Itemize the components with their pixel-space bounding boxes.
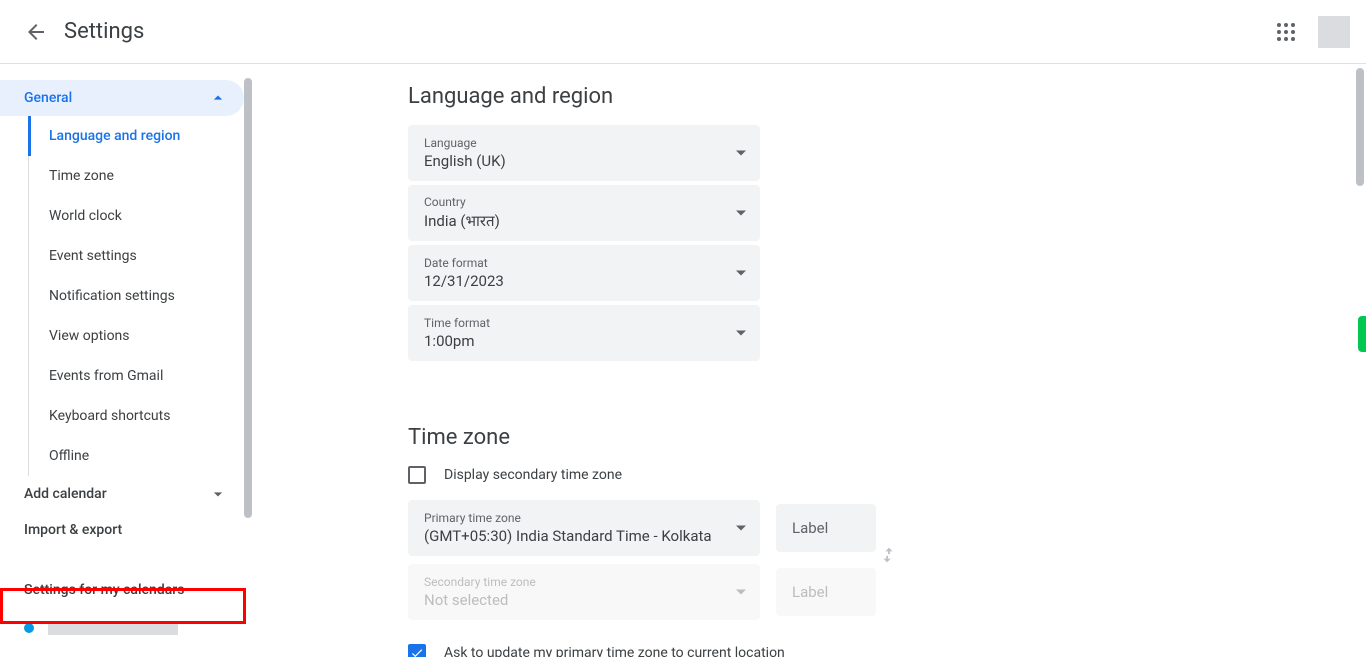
display-secondary-tz-checkbox[interactable] <box>408 466 426 484</box>
sidebar-item-keyboard-shortcuts[interactable]: Keyboard shortcuts <box>29 396 244 436</box>
ask-update-tz-checkbox[interactable] <box>408 644 426 657</box>
section-title-language-region: Language and region <box>408 84 1366 109</box>
country-select[interactable]: Country India (भारत) <box>408 185 760 241</box>
account-avatar[interactable] <box>1318 16 1350 48</box>
arrow-back-icon <box>24 20 48 44</box>
dropdown-arrow-icon <box>736 590 746 595</box>
date-format-select[interactable]: Date format 12/31/2023 <box>408 245 760 301</box>
calendar-color-dot <box>24 623 34 633</box>
sidebar-section-import-export[interactable]: Import & export <box>0 512 244 548</box>
sidebar-item-view-options[interactable]: View options <box>29 316 244 356</box>
calendar-name-placeholder <box>48 621 178 635</box>
sidebar-section-my-calendars[interactable]: Settings for my calendars <box>0 572 244 608</box>
dropdown-arrow-icon <box>736 211 746 216</box>
section-title-time-zone: Time zone <box>408 425 1366 450</box>
primary-timezone-value: (GMT+05:30) India Standard Time - Kolkat… <box>424 527 724 545</box>
secondary-timezone-value: Not selected <box>424 591 752 609</box>
secondary-timezone-label: Secondary time zone <box>424 575 752 589</box>
ask-update-tz-label: Ask to update my primary time zone to cu… <box>444 645 785 657</box>
language-select-label: Language <box>424 136 752 150</box>
google-apps-button[interactable] <box>1266 12 1306 52</box>
chevron-down-icon <box>208 484 228 504</box>
time-format-select-value: 1:00pm <box>424 332 752 350</box>
sidebar-section-add-calendar[interactable]: Add calendar <box>0 476 244 512</box>
display-secondary-tz-row: Display secondary time zone <box>408 466 1366 484</box>
swap-vert-icon <box>877 544 899 566</box>
sidebar-scrollbar-thumb[interactable] <box>244 78 252 518</box>
country-select-value: India (भारत) <box>424 211 752 231</box>
primary-timezone-select[interactable]: Primary time zone (GMT+05:30) India Stan… <box>408 500 760 556</box>
country-select-label: Country <box>424 195 752 209</box>
chevron-up-icon <box>208 88 228 108</box>
page-title: Settings <box>64 19 144 44</box>
ask-update-tz-row: Ask to update my primary time zone to cu… <box>408 644 1366 657</box>
date-format-select-label: Date format <box>424 256 752 270</box>
secondary-timezone-label-input: Label <box>776 568 876 616</box>
sidebar-import-export-label: Import & export <box>24 522 122 538</box>
content-scrollbar-thumb[interactable] <box>1356 68 1364 186</box>
sidebar-item-language-region[interactable]: Language and region <box>29 116 244 156</box>
feedback-tab[interactable] <box>1358 316 1366 352</box>
language-select-value: English (UK) <box>424 152 752 170</box>
time-format-select[interactable]: Time format 1:00pm <box>408 305 760 361</box>
dropdown-arrow-icon <box>736 271 746 276</box>
header-right <box>1266 12 1350 52</box>
header-left: Settings <box>16 12 144 52</box>
sidebar-section-general[interactable]: General <box>0 80 244 116</box>
check-icon <box>410 646 424 657</box>
sidebar-item-event-settings[interactable]: Event settings <box>29 236 244 276</box>
date-format-select-value: 12/31/2023 <box>424 272 752 290</box>
sidebar-item-offline[interactable]: Offline <box>29 436 244 476</box>
sidebar-general-subitems: Language and region Time zone World cloc… <box>28 116 244 476</box>
apps-grid-icon <box>1277 23 1295 41</box>
sidebar-item-world-clock[interactable]: World clock <box>29 196 244 236</box>
language-select[interactable]: Language English (UK) <box>408 125 760 181</box>
sidebar-section-general-label: General <box>24 90 72 106</box>
display-secondary-tz-label: Display secondary time zone <box>444 467 622 483</box>
sidebar-item-events-from-gmail[interactable]: Events from Gmail <box>29 356 244 396</box>
header-bar: Settings <box>0 0 1366 64</box>
sidebar-item-time-zone[interactable]: Time zone <box>29 156 244 196</box>
settings-content: Language and region Language English (UK… <box>252 64 1366 657</box>
secondary-timezone-select: Secondary time zone Not selected <box>408 564 760 620</box>
sidebar-my-calendars-label: Settings for my calendars <box>24 582 184 598</box>
dropdown-arrow-icon <box>736 151 746 156</box>
back-button[interactable] <box>16 12 56 52</box>
dropdown-arrow-icon <box>736 331 746 336</box>
sidebar-calendar-item[interactable] <box>0 608 244 648</box>
sidebar-item-notification-settings[interactable]: Notification settings <box>29 276 244 316</box>
settings-sidebar: General Language and region Time zone Wo… <box>0 64 252 657</box>
sidebar-add-calendar-label: Add calendar <box>24 486 107 502</box>
swap-timezones-button[interactable] <box>876 543 900 567</box>
dropdown-arrow-icon <box>736 526 746 531</box>
primary-timezone-label-input[interactable]: Label <box>776 504 876 552</box>
time-format-select-label: Time format <box>424 316 752 330</box>
primary-timezone-label: Primary time zone <box>424 511 752 525</box>
